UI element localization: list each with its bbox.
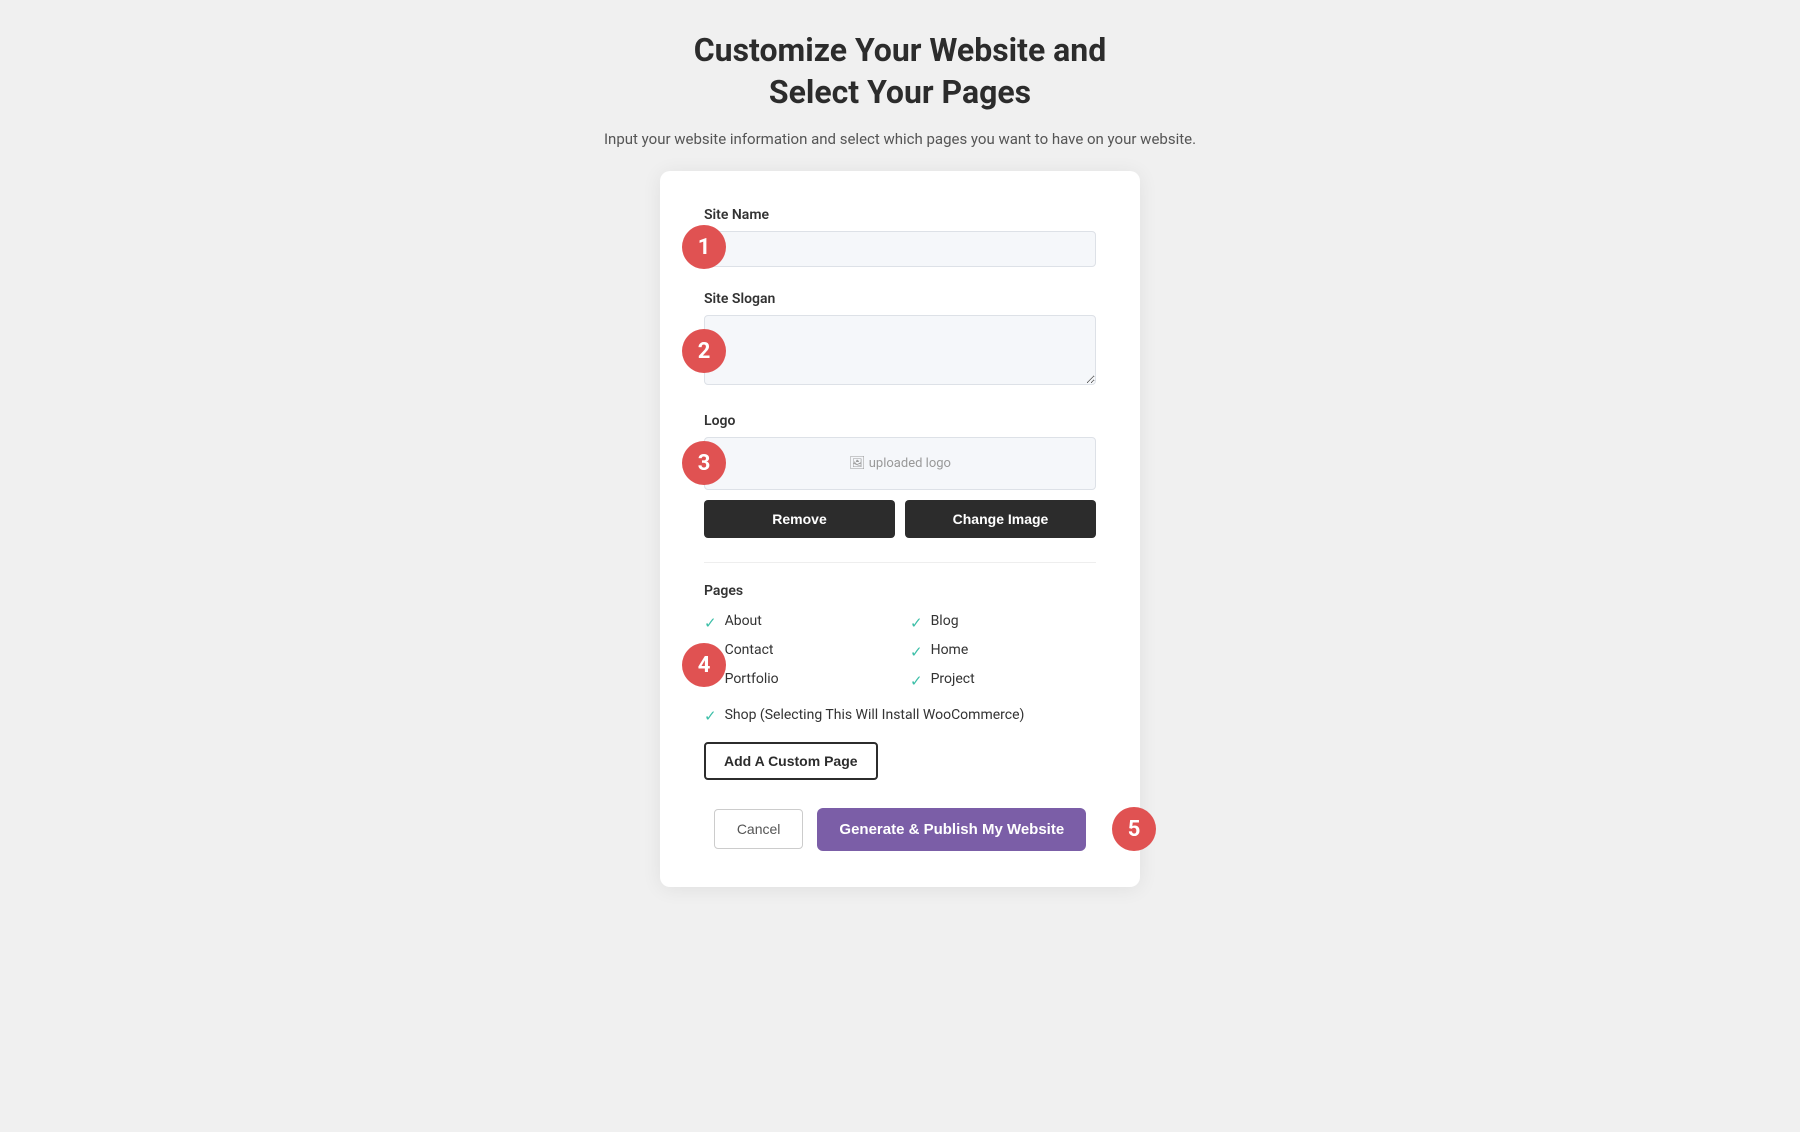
step1-badge: 1	[682, 225, 726, 269]
list-item[interactable]: ✓ Blog	[910, 613, 1096, 632]
page-item-label: About	[725, 613, 762, 629]
pages-section-label: Pages	[704, 583, 1096, 599]
list-item[interactable]: ✓ About	[704, 613, 890, 632]
logo-preview-text: 🖼 uploaded logo	[849, 456, 951, 471]
page-item-label: Contact	[725, 642, 774, 658]
page-item-label: Project	[931, 671, 975, 687]
page-item-label: Blog	[931, 613, 959, 629]
site-name-label: Site Name	[704, 207, 1096, 223]
site-name-input[interactable]	[704, 231, 1096, 267]
check-icon: ✓	[910, 643, 923, 661]
page-subtitle: Input your website information and selec…	[604, 127, 1196, 151]
shop-item-label: Shop (Selecting This Will Install WooCom…	[725, 706, 1025, 726]
shop-item[interactable]: ✓ Shop (Selecting This Will Install WooC…	[704, 706, 1096, 726]
pages-grid: ✓ About ✓ Blog ✓ Contact ✓ Home ✓ Portfo…	[704, 613, 1096, 690]
remove-button[interactable]: Remove	[704, 500, 895, 538]
form-card: 1 Site Name 2 Site Slogan 3 Logo 🖼 uploa…	[660, 171, 1140, 887]
divider	[704, 562, 1096, 563]
check-icon: ✓	[910, 614, 923, 632]
list-item[interactable]: ✓ Portfolio	[704, 671, 890, 690]
list-item[interactable]: ✓ Home	[910, 642, 1096, 661]
site-slogan-input[interactable]	[704, 315, 1096, 385]
check-icon: ✓	[704, 707, 717, 725]
form-footer: Cancel Generate & Publish My Website 5	[704, 808, 1096, 851]
step4-badge: 4	[682, 643, 726, 687]
page-title: Customize Your Website and Select Your P…	[604, 30, 1196, 113]
check-icon: ✓	[704, 614, 717, 632]
logo-button-row: Remove Change Image	[704, 500, 1096, 538]
step2-badge: 2	[682, 329, 726, 373]
add-custom-page-button[interactable]: Add A Custom Page	[704, 742, 878, 780]
list-item[interactable]: ✓ Project	[910, 671, 1096, 690]
list-item[interactable]: ✓ Contact	[704, 642, 890, 661]
site-slogan-label: Site Slogan	[704, 291, 1096, 307]
step3-badge: 3	[682, 441, 726, 485]
generate-publish-button[interactable]: Generate & Publish My Website	[817, 808, 1086, 851]
logo-preview: 🖼 uploaded logo	[704, 437, 1096, 490]
site-name-field-group: 1 Site Name	[704, 207, 1096, 267]
site-slogan-field-group: 2 Site Slogan	[704, 291, 1096, 389]
cancel-button[interactable]: Cancel	[714, 809, 804, 849]
page-header: Customize Your Website and Select Your P…	[604, 30, 1196, 151]
page-item-label: Home	[931, 642, 969, 658]
change-image-button[interactable]: Change Image	[905, 500, 1096, 538]
step5-badge: 5	[1112, 807, 1156, 851]
logo-field-group: 3 Logo 🖼 uploaded logo Remove Change Ima…	[704, 413, 1096, 538]
page-item-label: Portfolio	[725, 671, 779, 687]
logo-label: Logo	[704, 413, 1096, 429]
check-icon: ✓	[910, 672, 923, 690]
pages-section: 4 Pages ✓ About ✓ Blog ✓ Contact ✓ Home …	[704, 583, 1096, 780]
